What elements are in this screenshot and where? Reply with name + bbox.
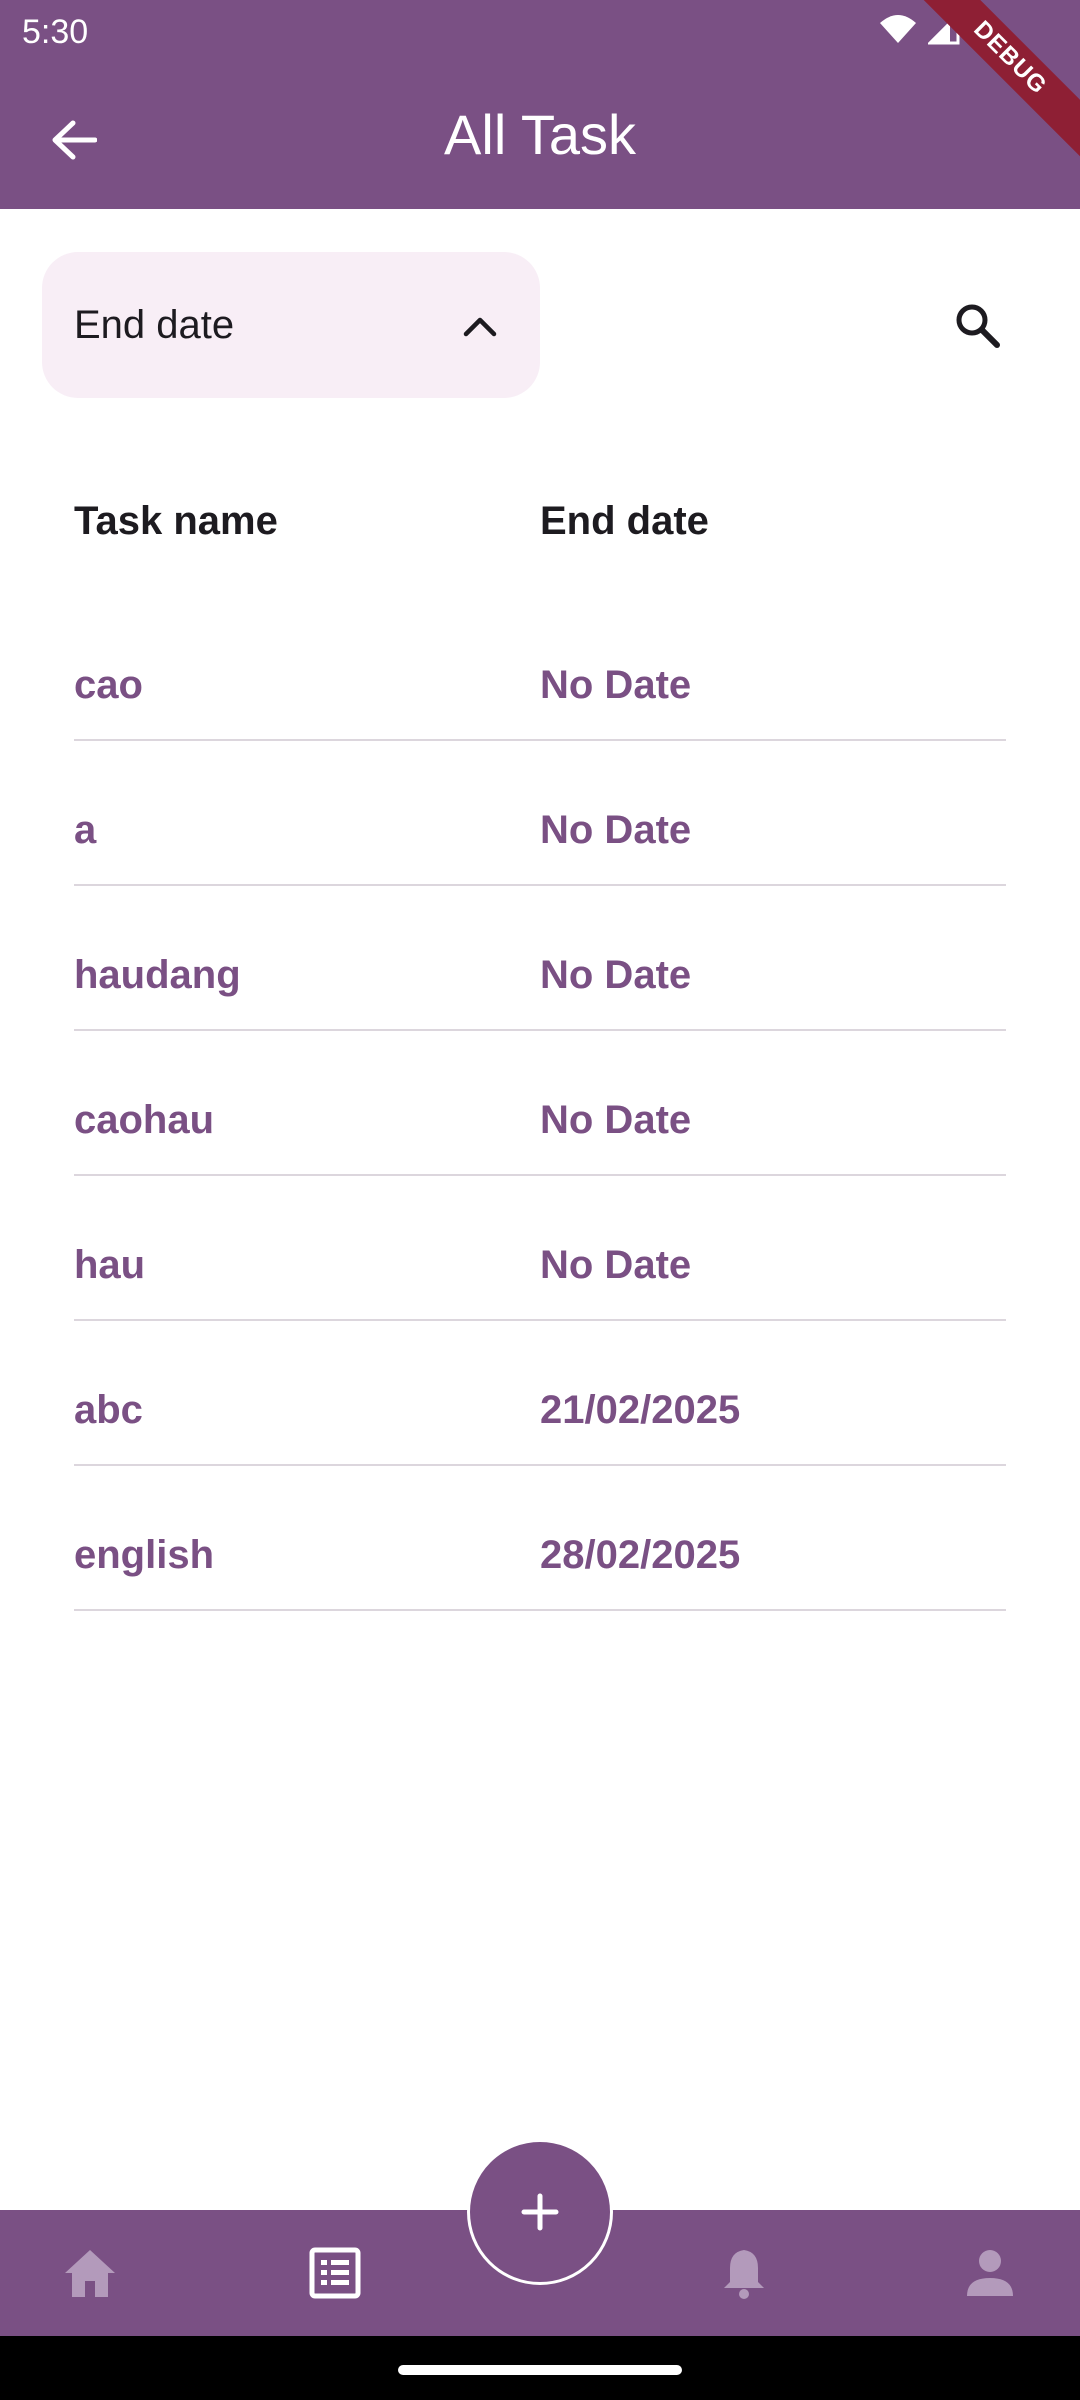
wifi-icon [880, 15, 916, 43]
nav-profile-button[interactable] [930, 2210, 1050, 2336]
task-row[interactable]: english 28/02/2025 [74, 1466, 1006, 1611]
status-time: 5:30 [22, 13, 89, 51]
search-button[interactable] [942, 290, 1012, 360]
task-name: caohau [74, 1098, 215, 1142]
column-header-end-date: End date [540, 499, 709, 543]
plus-icon [521, 2193, 559, 2231]
task-name: english [74, 1533, 215, 1577]
task-list-icon [309, 2247, 361, 2299]
app-bar: 5:30 DEBUG All Task [0, 0, 1080, 209]
task-row[interactable]: caohau No Date [74, 1031, 1006, 1176]
sort-dropdown[interactable]: End date [42, 252, 540, 398]
task-row[interactable]: abc 21/02/2025 [74, 1321, 1006, 1466]
home-gesture-handle[interactable] [398, 2365, 682, 2375]
task-row[interactable]: hau No Date [74, 1176, 1006, 1321]
task-name: a [74, 808, 97, 852]
task-name: haudang [74, 953, 241, 997]
task-end-date: No Date [540, 1243, 692, 1287]
task-name: abc [74, 1388, 143, 1432]
chevron-up-icon [462, 308, 498, 344]
task-end-date: 28/02/2025 [540, 1533, 741, 1577]
task-name: cao [74, 663, 143, 707]
column-header-task-name: Task name [74, 499, 278, 543]
bell-icon [724, 2250, 764, 2299]
task-row[interactable]: a No Date [74, 741, 1006, 886]
task-end-date: No Date [540, 663, 692, 707]
task-row[interactable]: cao No Date [74, 596, 1006, 741]
page-title: All Task [444, 103, 636, 166]
task-list: cao No Date a No Date haudang No Date ca… [74, 596, 1006, 1611]
person-icon [967, 2250, 1013, 2296]
task-end-date: No Date [540, 953, 692, 997]
nav-home-button[interactable] [30, 2210, 150, 2336]
task-end-date: 21/02/2025 [540, 1388, 741, 1432]
task-row[interactable]: haudang No Date [74, 886, 1006, 1031]
nav-tasks-button[interactable] [275, 2210, 395, 2336]
task-name: hau [74, 1243, 146, 1287]
sort-dropdown-value: End date [74, 303, 235, 347]
home-icon [65, 2250, 115, 2297]
search-icon [956, 304, 1000, 348]
nav-notifications-button[interactable] [684, 2210, 804, 2336]
task-end-date: No Date [540, 1098, 692, 1142]
system-navigation-bar [0, 2336, 1080, 2400]
task-end-date: No Date [540, 808, 692, 852]
add-task-button[interactable] [467, 2139, 613, 2285]
